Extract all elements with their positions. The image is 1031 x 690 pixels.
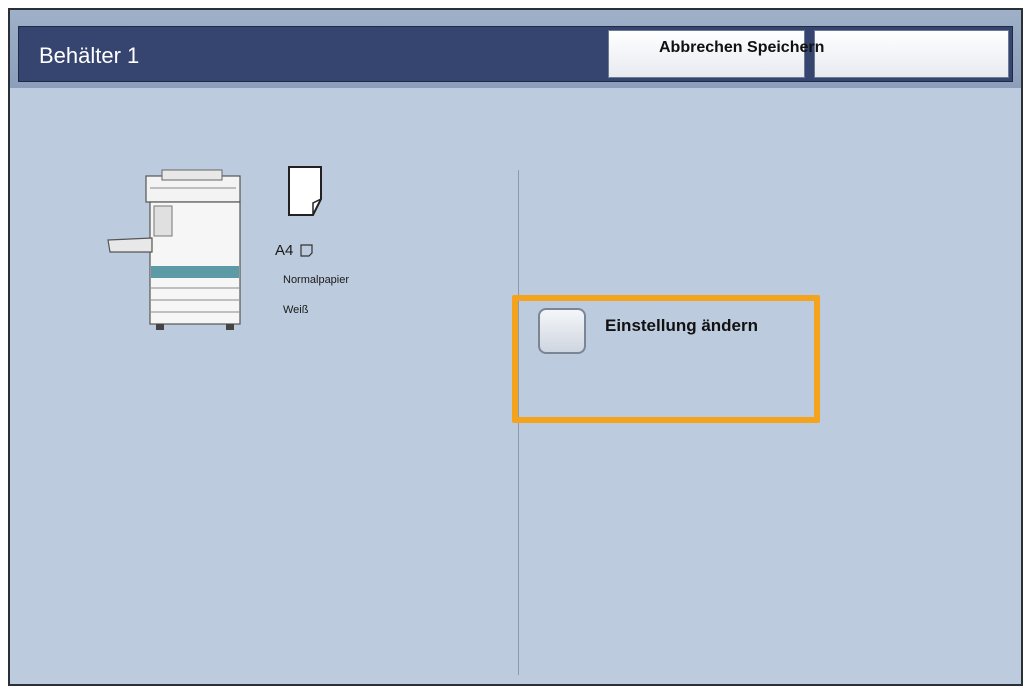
title-bar: Behälter 1 [18,26,1013,82]
change-settings-label: Einstellung ändern [605,316,759,335]
save-button[interactable] [814,30,1009,78]
paper-type: Normalpapier [283,274,350,286]
printer-icon [107,169,241,330]
paper-color: Weiß [283,304,309,316]
change-settings-checkbox[interactable] [538,308,586,354]
paper-size: A4 [275,242,294,259]
header-buttons-label: Abbrechen Speichern [659,39,825,56]
landscape-orientation-icon [300,244,313,257]
paper-sheet-icon [288,166,322,216]
page-title: Behälter 1 [39,43,140,68]
screen-frame: Behälter 1 Abbrechen Speichern A4 Normal [8,8,1023,686]
header-bar: Behälter 1 [10,10,1021,88]
